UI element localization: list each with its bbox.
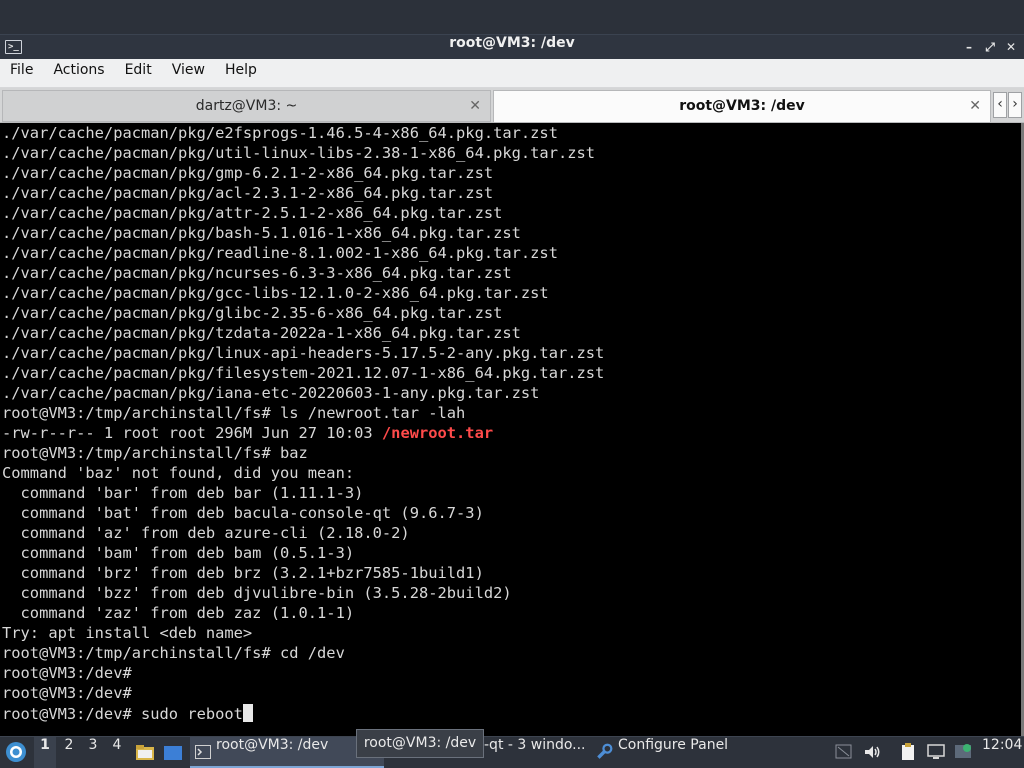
minimize-icon[interactable]: – [961, 39, 977, 55]
terminal-line: ./var/cache/pacman/pkg/tzdata-2022a-1-x8… [2, 324, 521, 342]
volume-icon[interactable] [862, 742, 882, 762]
terminal-line: root@VM3:/dev# [2, 664, 132, 682]
terminal-line: root@VM3:/tmp/archinstall/fs# baz [2, 444, 308, 462]
terminal-line: ./var/cache/pacman/pkg/filesystem-2021.1… [2, 364, 605, 382]
tab-close-icon[interactable]: ✕ [969, 91, 981, 121]
desktop-icon [164, 746, 182, 760]
task-tooltip: root@VM3: /dev [356, 729, 484, 758]
tab-root-dev[interactable]: root@VM3: /dev ✕ [493, 90, 991, 122]
show-desktop-launcher[interactable] [161, 737, 185, 768]
folder-icon [136, 745, 154, 760]
task-label: Configure Panel [618, 737, 729, 753]
terminal-line: root@VM3:/tmp/archinstall/fs# cd /dev [2, 644, 345, 662]
ls-output-text: -rw-r--r-- 1 root root 296M Jun 27 10:03 [2, 424, 382, 442]
file-manager-launcher[interactable] [133, 737, 157, 768]
task-terminal[interactable]: root@VM3: /dev [190, 737, 384, 768]
terminal-line: -rw-r--r-- 1 root root 296M Jun 27 10:03… [0, 424, 1022, 444]
tab-scroll-left-icon[interactable]: ‹ [993, 92, 1007, 118]
terminal-line: ./var/cache/pacman/pkg/acl-2.3.1-2-x86_6… [2, 184, 494, 202]
terminal-line: ./var/cache/pacman/pkg/util-linux-libs-2… [2, 144, 596, 162]
terminal-line: command 'bam' from deb bam (0.5.1-3) [2, 544, 355, 562]
desktop-switch-3[interactable]: 3 [82, 737, 104, 768]
terminal-prompt-line[interactable]: root@VM3:/dev# sudo reboot [0, 704, 1022, 724]
terminal-output[interactable]: ./var/cache/pacman/pkg/e2fsprogs-1.46.5-… [0, 123, 1022, 736]
taskbar: 1 2 3 4 root@VM3: /dev -qt - 3 windo... [0, 736, 1024, 768]
tab-scroll-right-icon[interactable]: › [1008, 92, 1022, 118]
maximize-icon[interactable]: ⤢ [982, 39, 998, 55]
menu-file[interactable]: File [0, 62, 43, 90]
terminal-window: >_ root@VM3: /dev – ⤢ ✕ File Actions Edit V… [0, 34, 1024, 736]
terminal-line: command 'bzz' from deb djvulibre-bin (3.… [2, 584, 512, 602]
task-configure-panel[interactable]: Configure Panel [590, 737, 790, 768]
terminal-icon [195, 745, 211, 759]
task-label: root@VM3: /dev [216, 737, 329, 753]
terminal-line: ./var/cache/pacman/pkg/linux-api-headers… [2, 344, 605, 362]
menu-bar: File Actions Edit View Help [0, 59, 1024, 88]
wrench-icon [597, 743, 613, 759]
window-titlebar[interactable]: >_ root@VM3: /dev – ⤢ ✕ [0, 34, 1024, 59]
network-icon[interactable] [834, 742, 854, 762]
menu-edit[interactable]: Edit [115, 62, 162, 90]
clipboard-icon[interactable] [898, 742, 918, 762]
menu-actions[interactable]: Actions [43, 62, 114, 90]
terminal-line: ./var/cache/pacman/pkg/iana-etc-20220603… [2, 384, 540, 402]
terminal-line: ./var/cache/pacman/pkg/glibc-2.35-6-x86_… [2, 304, 503, 322]
terminal-line: command 'bat' from deb bacula-console-qt… [2, 504, 484, 522]
desktop-switch-1[interactable]: 1 [34, 737, 56, 768]
terminal-line: Command 'baz' not found, did you mean: [2, 464, 355, 482]
start-menu-button[interactable] [2, 737, 30, 768]
terminal-line: root@VM3:/tmp/archinstall/fs# ls /newroo… [2, 404, 466, 422]
clock[interactable]: 12:04 [982, 737, 1022, 768]
terminal-line: ./var/cache/pacman/pkg/ncurses-6.3-3-x86… [2, 264, 512, 282]
display-icon[interactable] [926, 742, 946, 762]
text-cursor [242, 704, 253, 722]
tab-label: root@VM3: /dev [679, 98, 805, 114]
terminal-line: ./var/cache/pacman/pkg/gcc-libs-12.1.0-2… [2, 284, 549, 302]
terminal-line: command 'bar' from deb bar (1.11.1-3) [2, 484, 364, 502]
terminal-line: ./var/cache/pacman/pkg/readline-8.1.002-… [2, 244, 558, 262]
tab-close-icon[interactable]: ✕ [469, 91, 481, 121]
distro-logo-icon [6, 742, 26, 762]
highlighted-filename: /newroot.tar [381, 424, 494, 442]
tab-bar: dartz@VM3: ~ ✕ root@VM3: /dev ✕ [0, 88, 1024, 123]
update-notifier-icon[interactable] [953, 742, 973, 762]
prompt-command-text: root@VM3:/dev# sudo reboot [2, 705, 243, 723]
menu-view[interactable]: View [162, 62, 215, 90]
terminal-line: root@VM3:/dev# [2, 684, 132, 702]
desktop-switch-4[interactable]: 4 [106, 737, 128, 768]
window-title: root@VM3: /dev [449, 35, 575, 51]
terminal-line: ./var/cache/pacman/pkg/attr-2.5.1-2-x86_… [2, 204, 503, 222]
desktop-background [0, 0, 1024, 34]
tab-dartz-home[interactable]: dartz@VM3: ~ ✕ [2, 90, 491, 122]
close-icon[interactable]: ✕ [1003, 39, 1019, 55]
tab-label: dartz@VM3: ~ [195, 98, 298, 114]
menu-help[interactable]: Help [215, 62, 267, 90]
terminal-line: Try: apt install <deb name> [2, 624, 253, 642]
terminal-line: command 'az' from deb azure-cli (2.18.0-… [2, 524, 410, 542]
terminal-line: ./var/cache/pacman/pkg/e2fsprogs-1.46.5-… [2, 124, 558, 142]
terminal-line: ./var/cache/pacman/pkg/bash-5.1.016-1-x8… [2, 224, 521, 242]
terminal-line: command 'zaz' from deb zaz (1.0.1-1) [2, 604, 355, 622]
terminal-line: ./var/cache/pacman/pkg/gmp-6.2.1-2-x86_6… [2, 164, 494, 182]
desktop-switch-2[interactable]: 2 [58, 737, 80, 768]
terminal-line: command 'brz' from deb brz (3.2.1+bzr758… [2, 564, 484, 582]
task-label: -qt - 3 windo... [484, 737, 586, 753]
